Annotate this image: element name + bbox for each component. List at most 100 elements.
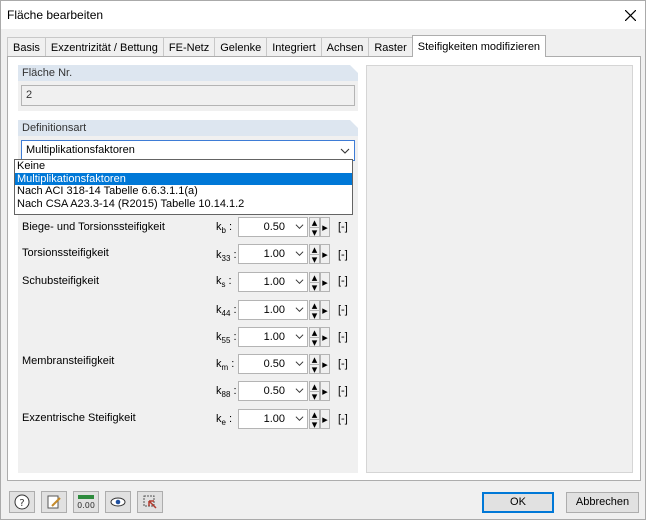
chevron-down-icon[interactable] <box>295 359 304 368</box>
definitionsart-value: Multiplikationsfaktoren <box>26 144 135 156</box>
tab-achsen[interactable]: Achsen <box>320 37 370 57</box>
sym-k44: k44 : <box>216 304 237 319</box>
unit-ks: [-] <box>338 275 348 287</box>
triangle-right-icon: ▸ <box>322 304 328 317</box>
unit-k55: [-] <box>338 331 348 343</box>
help-button[interactable]: ? <box>9 491 35 513</box>
k55-spinner[interactable]: 1.00 ▴ ▾ ▸ <box>238 327 333 349</box>
view-button[interactable] <box>105 491 131 513</box>
window-title: Fläche bearbeiten <box>7 8 104 22</box>
unit-ke: [-] <box>338 413 348 425</box>
flaeche-group: Fläche Nr. 2 <box>18 65 358 111</box>
down-arrow-icon[interactable]: ▾ <box>310 310 319 322</box>
option-keine[interactable]: Keine <box>15 160 352 173</box>
eye-icon <box>110 497 126 507</box>
preview-panel <box>366 65 633 473</box>
ke-updown[interactable]: ▴ ▾ <box>309 409 320 431</box>
edit-button[interactable] <box>41 491 67 513</box>
down-arrow-icon[interactable]: ▾ <box>310 419 319 431</box>
down-arrow-icon[interactable]: ▾ <box>310 337 319 349</box>
triangle-right-icon: ▸ <box>322 413 328 426</box>
chevron-down-icon[interactable] <box>295 277 304 286</box>
svg-text:?: ? <box>19 498 24 509</box>
ks-next-button[interactable]: ▸ <box>320 272 330 292</box>
row-label-schub: Schubsteifigkeit <box>22 275 100 287</box>
k55-next-button[interactable]: ▸ <box>320 327 330 347</box>
chevron-down-icon[interactable] <box>295 222 304 231</box>
km-spinner[interactable]: 0.50 ▴ ▾ ▸ <box>238 354 333 376</box>
km-next-button[interactable]: ▸ <box>320 354 330 374</box>
sym-k88: k88 : <box>216 385 237 400</box>
ok-button[interactable]: OK <box>482 492 554 513</box>
ke-next-button[interactable]: ▸ <box>320 409 330 429</box>
title-bar: Fläche bearbeiten <box>1 1 645 29</box>
sym-k33: k33 : <box>216 249 237 264</box>
definitionsart-select[interactable]: Multiplikationsfaktoren <box>21 140 355 161</box>
unit-k44: [-] <box>338 304 348 316</box>
select-icon <box>143 495 157 509</box>
sym-km: km : <box>216 358 235 373</box>
kb-spinner[interactable]: 0.50 ▴ ▾ ▸ <box>238 217 333 239</box>
tab-steifigkeiten[interactable]: Steifigkeiten modifizieren <box>411 35 547 57</box>
tab-fe-netz[interactable]: FE-Netz <box>162 37 216 57</box>
option-aci[interactable]: Nach ACI 318-14 Tabelle 6.6.3.1.1(a) <box>15 185 352 198</box>
tab-content: Fläche Nr. 2 Definitionsart Multiplikati… <box>7 56 641 481</box>
k33-next-button[interactable]: ▸ <box>320 244 330 264</box>
numeric-icon: 0.00 <box>77 495 95 510</box>
ke-spinner[interactable]: 1.00 ▴ ▾ ▸ <box>238 409 333 431</box>
k44-updown[interactable]: ▴ ▾ <box>309 300 320 322</box>
ks-spinner[interactable]: 1.00 ▴ ▾ ▸ <box>238 272 333 294</box>
k88-next-button[interactable]: ▸ <box>320 381 330 401</box>
option-multiplikationsfaktoren[interactable]: Multiplikationsfaktoren <box>15 172 352 185</box>
k44-spinner[interactable]: 1.00 ▴ ▾ ▸ <box>238 300 333 322</box>
tab-exzentrizitaet[interactable]: Exzentrizität / Bettung <box>44 37 164 57</box>
help-icon: ? <box>14 494 30 510</box>
km-updown[interactable]: ▴ ▾ <box>309 354 320 376</box>
svg-text:0.00: 0.00 <box>77 501 95 510</box>
down-arrow-icon[interactable]: ▾ <box>310 391 319 403</box>
k33-spinner[interactable]: 1.00 ▴ ▾ ▸ <box>238 244 333 266</box>
triangle-right-icon: ▸ <box>322 331 328 344</box>
k33-updown[interactable]: ▴ ▾ <box>309 244 320 266</box>
row-label-exzentrisch: Exzentrische Steifigkeit <box>22 412 136 424</box>
chevron-down-icon[interactable] <box>295 332 304 341</box>
edit-icon <box>47 495 61 509</box>
numeric-button[interactable]: 0.00 <box>73 491 99 513</box>
unit-km: [-] <box>338 358 348 370</box>
flaeche-header: Fläche Nr. <box>18 65 358 81</box>
down-arrow-icon[interactable]: ▾ <box>310 364 319 376</box>
tab-basis[interactable]: Basis <box>7 37 46 57</box>
select-button[interactable] <box>137 491 163 513</box>
down-arrow-icon[interactable]: ▾ <box>310 227 319 239</box>
tab-integriert[interactable]: Integriert <box>266 37 322 57</box>
down-arrow-icon[interactable]: ▾ <box>310 254 319 266</box>
unit-kb: [-] <box>338 221 348 233</box>
k44-next-button[interactable]: ▸ <box>320 300 330 320</box>
sym-ke: ke : <box>216 413 233 428</box>
definitionsart-dropdown[interactable]: Keine Multiplikationsfaktoren Nach ACI 3… <box>14 159 353 215</box>
chevron-down-icon[interactable] <box>295 386 304 395</box>
tab-raster[interactable]: Raster <box>368 37 413 57</box>
cancel-button[interactable]: Abbrechen <box>566 492 639 513</box>
triangle-right-icon: ▸ <box>322 385 328 398</box>
k88-updown[interactable]: ▴ ▾ <box>309 381 320 403</box>
triangle-right-icon: ▸ <box>322 358 328 371</box>
ks-updown[interactable]: ▴ ▾ <box>309 272 320 294</box>
chevron-down-icon[interactable] <box>295 305 304 314</box>
chevron-down-icon[interactable] <box>295 414 304 423</box>
chevron-down-icon[interactable] <box>295 249 304 258</box>
kb-updown[interactable]: ▴ ▾ <box>309 217 320 239</box>
row-label-membran: Membransteifigkeit <box>22 355 115 367</box>
k88-spinner[interactable]: 0.50 ▴ ▾ ▸ <box>238 381 333 403</box>
option-csa[interactable]: Nach CSA A23.3-14 (R2015) Tabelle 10.14.… <box>15 198 352 211</box>
tab-strip: Basis Exzentrizität / Bettung FE-Netz Ge… <box>7 35 547 57</box>
close-button[interactable] <box>615 1 645 29</box>
kb-next-button[interactable]: ▸ <box>320 217 330 237</box>
down-arrow-icon[interactable]: ▾ <box>310 282 319 294</box>
row-label-biege: Biege- und Torsionssteifigkeit <box>22 221 165 233</box>
tab-gelenke[interactable]: Gelenke <box>214 37 268 57</box>
flaeche-nr-field: 2 <box>21 85 355 106</box>
triangle-right-icon: ▸ <box>322 276 328 289</box>
k55-updown[interactable]: ▴ ▾ <box>309 327 320 349</box>
left-panel: Fläche Nr. 2 Definitionsart Multiplikati… <box>18 65 358 473</box>
